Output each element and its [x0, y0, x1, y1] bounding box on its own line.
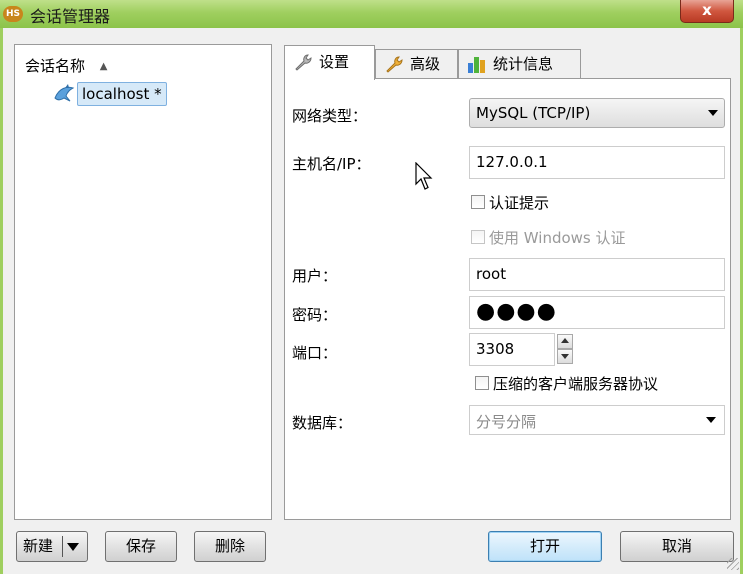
session-name-column-header[interactable]: 会话名称 ▲	[25, 55, 108, 76]
sort-ascending-icon: ▲	[99, 61, 108, 72]
network-type-value: MySQL (TCP/IP)	[476, 104, 591, 122]
tab-label: 统计信息	[493, 55, 554, 73]
dolphin-icon	[54, 84, 75, 102]
host-value: 127.0.0.1	[476, 153, 548, 171]
wrench-icon	[386, 56, 403, 73]
arrow-up-icon	[561, 338, 569, 343]
cancel-button[interactable]: 取消	[620, 531, 734, 562]
session-manager-window: HS 会话管理器 x 会话名称 ▲ localhost * 设置 高级 统计信息…	[0, 0, 743, 574]
session-item-label: localhost *	[77, 82, 167, 106]
chevron-down-icon	[706, 417, 716, 423]
database-placeholder: 分号分隔	[476, 413, 537, 431]
save-button[interactable]: 保存	[105, 531, 177, 562]
password-input[interactable]: ●●●●	[469, 296, 725, 329]
port-increment-button[interactable]	[557, 334, 573, 349]
windows-auth-label: 使用 Windows 认证	[489, 229, 626, 247]
session-list[interactable]: 会话名称 ▲ localhost *	[14, 44, 272, 520]
tab-statistics[interactable]: 统计信息	[458, 49, 581, 79]
wrench-icon	[295, 54, 312, 71]
window-frame-left	[0, 28, 3, 574]
checkbox-box[interactable]	[475, 376, 489, 390]
app-logo-icon: HS	[3, 6, 23, 22]
port-input[interactable]: 3308	[469, 333, 555, 366]
delete-button[interactable]: 删除	[194, 531, 266, 562]
delete-button-label: 删除	[214, 537, 245, 555]
host-label: 主机名/IP：	[292, 155, 371, 173]
arrow-down-icon	[561, 354, 569, 359]
network-type-select[interactable]: MySQL (TCP/IP)	[469, 98, 725, 128]
window-title: 会话管理器	[30, 7, 111, 26]
port-value: 3308	[476, 340, 515, 358]
mouse-pointer-icon	[415, 162, 433, 190]
host-input[interactable]: 127.0.0.1	[469, 146, 725, 179]
checkbox-box[interactable]	[471, 195, 485, 209]
tab-label: 高级	[410, 55, 441, 73]
database-label: 数据库：	[292, 414, 353, 432]
open-button-label: 打开	[529, 537, 560, 555]
tab-label: 设置	[319, 53, 350, 71]
compressed-protocol-label: 压缩的客户端服务器协议	[493, 375, 659, 393]
save-button-label: 保存	[125, 537, 156, 555]
tab-advanced[interactable]: 高级	[375, 49, 458, 79]
network-type-label: 网络类型：	[292, 107, 368, 125]
column-header-label: 会话名称	[25, 57, 86, 75]
close-button[interactable]: x	[680, 0, 734, 23]
open-button[interactable]: 打开	[488, 531, 602, 562]
cancel-button-label: 取消	[661, 537, 692, 555]
auth-prompt-label: 认证提示	[489, 194, 550, 212]
chevron-down-icon[interactable]	[67, 543, 79, 551]
port-label: 端口：	[292, 344, 338, 362]
title-bar[interactable]: HS 会话管理器 x	[0, 0, 743, 28]
user-input[interactable]: root	[469, 258, 725, 291]
database-select[interactable]: 分号分隔	[469, 405, 725, 435]
new-button-label: 新建	[23, 537, 54, 555]
new-session-split-button[interactable]: 新建	[16, 531, 88, 562]
user-value: root	[476, 265, 507, 283]
port-decrement-button[interactable]	[557, 349, 573, 364]
user-label: 用户：	[292, 267, 338, 285]
close-icon: x	[702, 1, 712, 19]
resize-grip[interactable]	[727, 558, 739, 570]
password-value: ●●●●	[476, 299, 557, 324]
tab-settings[interactable]: 设置	[284, 45, 375, 80]
checkbox-box[interactable]	[471, 230, 485, 244]
password-label: 密码：	[292, 306, 338, 324]
bar-chart-icon	[468, 57, 485, 73]
split-divider	[62, 536, 63, 557]
chevron-down-icon	[708, 110, 718, 116]
